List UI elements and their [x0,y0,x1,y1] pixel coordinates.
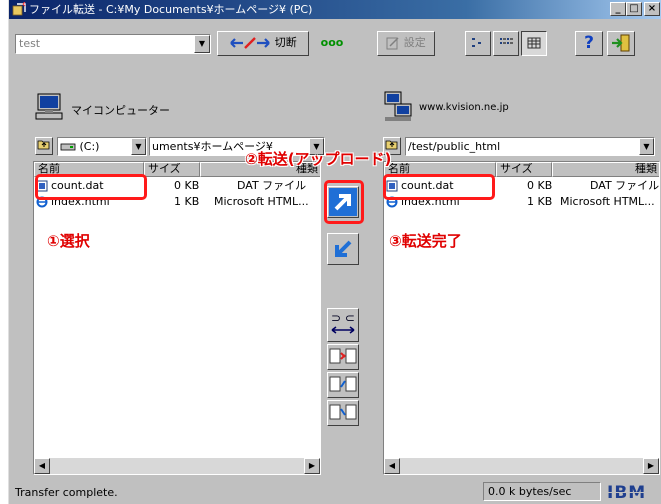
remote-col-type[interactable]: 種類 [552,162,659,177]
view-details-button[interactable] [521,31,547,56]
scroll-right-icon[interactable]: ▶ [643,458,659,474]
local-horizontal-scrollbar[interactable]: ◀ ▶ [34,458,320,474]
remote-header: www.kvision.ne.jp [383,88,653,124]
transfer-mode-button[interactable]: ⊃ ⊂ [327,308,359,342]
upload-highlight-box [324,180,364,224]
profile-combo[interactable]: test ▼ [15,34,211,54]
file-type: Microsoft HTML... [560,195,655,208]
settings-icon [386,37,399,50]
close-button[interactable]: × [644,2,660,16]
select-highlight-box [35,174,147,200]
disconnect-button[interactable]: 切断 [217,31,309,56]
step3-annotation: ③転送完了 [389,232,462,250]
minimize-button[interactable]: _ [610,2,626,16]
settings-button[interactable]: 設定 [377,31,435,56]
file-size: 0 KB [527,179,553,192]
status-message: Transfer complete. [15,486,118,499]
file-type: DAT ファイル [590,179,660,192]
network-computer-icon [384,91,412,121]
status-bar: Transfer complete. 0.0 k bytes/sec IBM [9,480,661,504]
exit-button[interactable] [607,31,635,56]
transfer-mode-icon [331,326,355,334]
remote-col-size[interactable]: サイズ [496,162,552,177]
remote-header-label: www.kvision.ne.jp [419,102,509,113]
help-button[interactable]: ? [575,31,603,56]
scroll-left-icon[interactable]: ◀ [34,458,50,474]
toolbar: test ▼ 切断 ooo 設定 ? [9,22,661,62]
settings-label: 設定 [403,36,426,49]
scroll-right-icon[interactable]: ▶ [304,458,320,474]
step1-annotation: ①選択 [47,232,90,250]
download-arrow-icon [335,240,352,257]
complete-highlight-box [383,174,495,200]
view-list-button[interactable] [493,31,519,56]
chevron-down-icon[interactable]: ▼ [194,35,210,53]
local-col-size[interactable]: サイズ [144,162,200,177]
remote-path-row: /test/public_html ▼ [383,137,655,157]
window-title: ファイル転送 - C:¥My Documents¥ホームページ¥ (PC) [29,3,313,16]
file-size: 1 KB [174,195,200,208]
file-size: 1 KB [527,195,553,208]
question-icon: ? [584,33,594,53]
activity-indicator: ooo [317,31,347,56]
disconnect-label: 切断 [274,36,297,49]
local-drive-label: (C:) [79,140,100,153]
app-icon [12,2,26,16]
step2-annotation: ②転送(アップロード) [245,150,392,168]
download-button[interactable] [327,233,359,265]
up-folder-icon [37,140,50,150]
details-view-icon [527,37,541,49]
file-size: 0 KB [174,179,200,192]
list-view-icon [500,38,513,44]
chevron-down-icon[interactable]: ▼ [131,138,146,155]
title-bar[interactable]: ファイル転送 - C:¥My Documents¥ホームページ¥ (PC) _ … [9,0,661,19]
transfer-rate: 0.0 k bytes/sec [483,482,601,501]
remote-path-combo[interactable]: /test/public_html ▼ [405,137,655,156]
sync-left-button[interactable] [327,372,359,398]
sync-left-icon [329,376,357,392]
scroll-left-icon[interactable]: ◀ [384,458,400,474]
local-file-list[interactable]: 名前 サイズ 種類 count.dat 0 KB DAT ファイル index.… [33,161,321,475]
local-up-folder-button[interactable] [35,137,53,155]
view-large-icons-button[interactable] [465,31,491,56]
remote-path-value: /test/public_html [408,140,501,153]
remote-file-list[interactable]: 名前 サイズ 種類 count.dat 0 KB DAT ファイル index.… [383,161,660,475]
sync-both-button[interactable] [327,344,359,370]
drive-icon [60,143,76,151]
sync-right-button[interactable] [327,400,359,426]
file-transfer-window: ファイル転送 - C:¥My Documents¥ホームページ¥ (PC) _ … [8,0,661,504]
remote-horizontal-scrollbar[interactable]: ◀ ▶ [384,458,659,474]
profile-value: test [19,37,41,50]
transfer-mode-glyphs: ⊃ ⊂ [331,311,355,325]
my-computer-icon [35,93,63,120]
exit-door-icon [612,34,630,52]
file-type: DAT ファイル [237,179,307,192]
local-drive-combo[interactable]: (C:) ▼ [57,137,147,156]
disconnect-icon [230,37,271,49]
file-type: Microsoft HTML... [214,195,309,208]
local-header-label: マイコンピューター [71,104,170,117]
large-icons-view-icon [472,38,481,47]
local-header: マイコンピューター [35,88,335,124]
chevron-down-icon[interactable]: ▼ [639,138,654,155]
brand-logo: IBM [607,483,647,503]
maximize-button[interactable]: □ [626,2,642,16]
sync-right-icon [329,404,357,420]
sync-both-icon [329,348,357,364]
